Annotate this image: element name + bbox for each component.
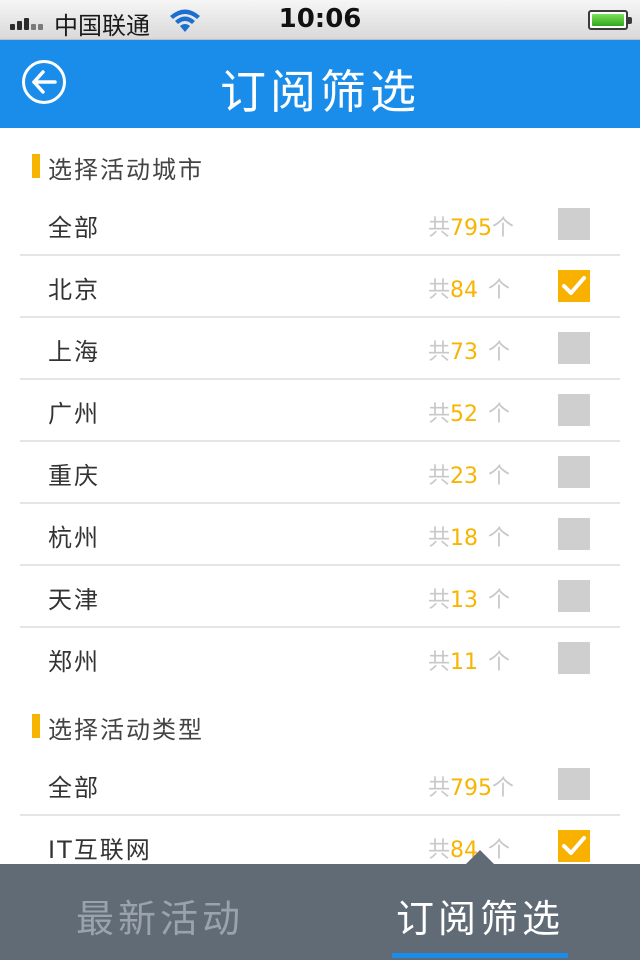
battery-icon	[588, 10, 632, 30]
list-item[interactable]: IT互联网 共84 个	[20, 816, 620, 864]
item-name: 杭州	[48, 524, 100, 552]
count-number: 84	[450, 278, 479, 303]
tab-bar: 最新活动 订阅筛选	[0, 864, 640, 960]
item-name: 郑州	[48, 648, 100, 676]
tab-selected-notch	[465, 850, 495, 865]
list-item[interactable]: 全部 共795个	[20, 194, 620, 256]
item-checkbox[interactable]	[558, 208, 590, 240]
count-number: 795	[450, 776, 493, 801]
item-checkbox[interactable]	[558, 642, 590, 674]
checkmark-icon	[562, 276, 586, 295]
count-prefix: 共	[428, 340, 451, 365]
type-section: 选择活动类型 全部 共795个 IT互联网 共84 个	[0, 688, 640, 864]
section-header: 选择活动类型	[0, 688, 640, 754]
count-suffix: 个	[492, 216, 515, 241]
section-header: 选择活动城市	[0, 128, 640, 194]
count-suffix: 个	[492, 776, 515, 801]
item-checkbox[interactable]	[558, 270, 590, 302]
list-item[interactable]: 天津 共13 个	[20, 566, 620, 628]
item-checkbox[interactable]	[558, 394, 590, 426]
count-prefix: 共	[428, 278, 451, 303]
item-name: IT互联网	[48, 836, 152, 864]
count-prefix: 共	[428, 650, 451, 675]
count-suffix: 个	[488, 340, 511, 365]
clock-time: 10:06	[278, 4, 362, 34]
section-title: 选择活动城市	[48, 156, 204, 184]
item-name: 北京	[48, 276, 100, 304]
count-number: 52	[450, 402, 479, 427]
item-count: 共84 个	[428, 272, 510, 304]
item-count: 共73 个	[428, 334, 510, 366]
count-number: 11	[450, 650, 479, 675]
checkmark-icon	[562, 836, 586, 855]
item-checkbox[interactable]	[558, 768, 590, 800]
section-marker	[32, 714, 40, 738]
list-item[interactable]: 北京 共84 个	[20, 256, 620, 318]
tab-label: 订阅筛选	[395, 897, 564, 941]
tab-active-indicator	[392, 953, 568, 958]
list-item[interactable]: 广州 共52 个	[20, 380, 620, 442]
count-suffix: 个	[488, 650, 511, 675]
item-checkbox[interactable]	[558, 456, 590, 488]
item-checkbox[interactable]	[558, 332, 590, 364]
count-number: 13	[450, 588, 479, 613]
item-count: 共13 个	[428, 582, 510, 614]
city-section: 选择活动城市 全部 共795个 北京 共84 个上海 共73 个广州 共52 个重庆 共23 个杭州…	[0, 128, 640, 688]
count-suffix: 个	[488, 588, 511, 613]
list-item[interactable]: 重庆 共23 个	[20, 442, 620, 504]
count-number: 18	[450, 526, 479, 551]
item-checkbox[interactable]	[558, 830, 590, 862]
count-number: 73	[450, 340, 479, 365]
count-prefix: 共	[428, 838, 451, 863]
item-name: 全部	[48, 214, 100, 242]
list-item[interactable]: 杭州 共18 个	[20, 504, 620, 566]
count-number: 23	[450, 464, 479, 489]
tab-label: 最新活动	[75, 897, 244, 941]
item-name: 广州	[48, 400, 100, 428]
item-count: 共11 个	[428, 644, 510, 676]
count-prefix: 共	[428, 526, 451, 551]
count-suffix: 个	[488, 464, 511, 489]
item-name: 全部	[48, 774, 100, 802]
item-count: 共795个	[428, 210, 514, 242]
item-checkbox[interactable]	[558, 580, 590, 612]
item-name: 天津	[48, 586, 100, 614]
item-count: 共18 个	[428, 520, 510, 552]
count-prefix: 共	[428, 216, 451, 241]
item-count: 共23 个	[428, 458, 510, 490]
count-suffix: 个	[488, 402, 511, 427]
section-marker	[32, 154, 40, 178]
item-checkbox[interactable]	[558, 518, 590, 550]
section-title: 选择活动类型	[48, 716, 204, 744]
item-count: 共52 个	[428, 396, 510, 428]
count-prefix: 共	[428, 776, 451, 801]
count-prefix: 共	[428, 464, 451, 489]
subscription-filter-screen: 中国联通 10:06 订阅筛选 选择活动城市 全部 共795个 北京 共84 个上海 共7…	[0, 0, 640, 960]
tab-subscription-filter[interactable]: 订阅筛选	[320, 864, 640, 960]
list-item[interactable]: 上海 共73 个	[20, 318, 620, 380]
item-count: 共795个	[428, 770, 514, 802]
page-title: 订阅筛选	[220, 65, 420, 119]
navigation-bar: 订阅筛选	[0, 40, 640, 128]
tab-latest-activities[interactable]: 最新活动	[0, 864, 320, 960]
item-name: 上海	[48, 338, 100, 366]
count-suffix: 个	[488, 278, 511, 303]
count-suffix: 个	[488, 526, 511, 551]
item-name: 重庆	[48, 462, 100, 490]
count-prefix: 共	[428, 588, 451, 613]
list-item[interactable]: 全部 共795个	[20, 754, 620, 816]
filter-list[interactable]: 选择活动城市 全部 共795个 北京 共84 个上海 共73 个广州 共52 个重庆 共23 个杭州…	[0, 128, 640, 864]
list-item[interactable]: 郑州 共11 个	[20, 628, 620, 688]
count-prefix: 共	[428, 402, 451, 427]
status-bar: 中国联通 10:06	[0, 0, 640, 40]
count-number: 795	[450, 216, 493, 241]
